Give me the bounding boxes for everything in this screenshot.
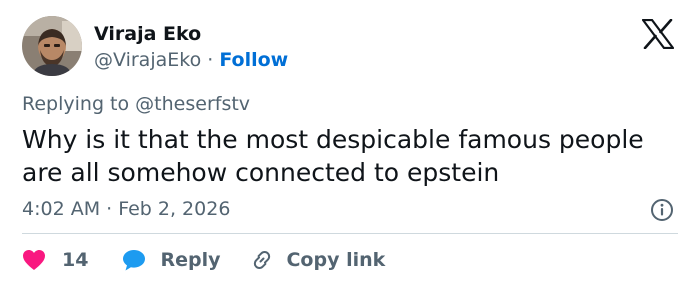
like-count: 14 xyxy=(62,249,89,271)
handle-line: @VirajaEko · Follow xyxy=(94,48,288,72)
follow-button[interactable]: Follow xyxy=(219,49,288,71)
action-bar: 14 Reply Copy link xyxy=(22,246,385,274)
avatar-photo xyxy=(22,16,82,76)
tweet-card: Viraja Eko @VirajaEko · Follow Replying … xyxy=(0,0,700,287)
x-logo-icon[interactable] xyxy=(641,18,675,50)
link-icon xyxy=(254,250,271,270)
tweet-timestamp[interactable]: 4:02 AM · Feb 2, 2026 xyxy=(22,197,230,221)
reply-context-prefix: Replying to xyxy=(22,93,130,115)
heart-icon xyxy=(23,250,45,270)
like-button[interactable]: 14 xyxy=(22,249,88,271)
copy-link-label: Copy link xyxy=(286,249,386,271)
reply-button[interactable]: Reply xyxy=(122,249,220,271)
separator-dot: · xyxy=(207,49,214,71)
speech-bubble-icon xyxy=(123,250,146,271)
reply-mention-link[interactable]: @theserfstv xyxy=(135,93,250,115)
display-name[interactable]: Viraja Eko xyxy=(94,22,201,46)
copy-link-button[interactable]: Copy link xyxy=(250,248,385,272)
reply-context: Replying to @theserfstv xyxy=(22,92,250,116)
info-icon[interactable] xyxy=(650,198,674,222)
tweet-text: Why is it that the most despicable famou… xyxy=(22,125,644,187)
divider xyxy=(22,233,678,234)
reply-label: Reply xyxy=(160,249,221,271)
user-handle[interactable]: @VirajaEko xyxy=(94,49,201,71)
avatar[interactable] xyxy=(22,16,82,76)
